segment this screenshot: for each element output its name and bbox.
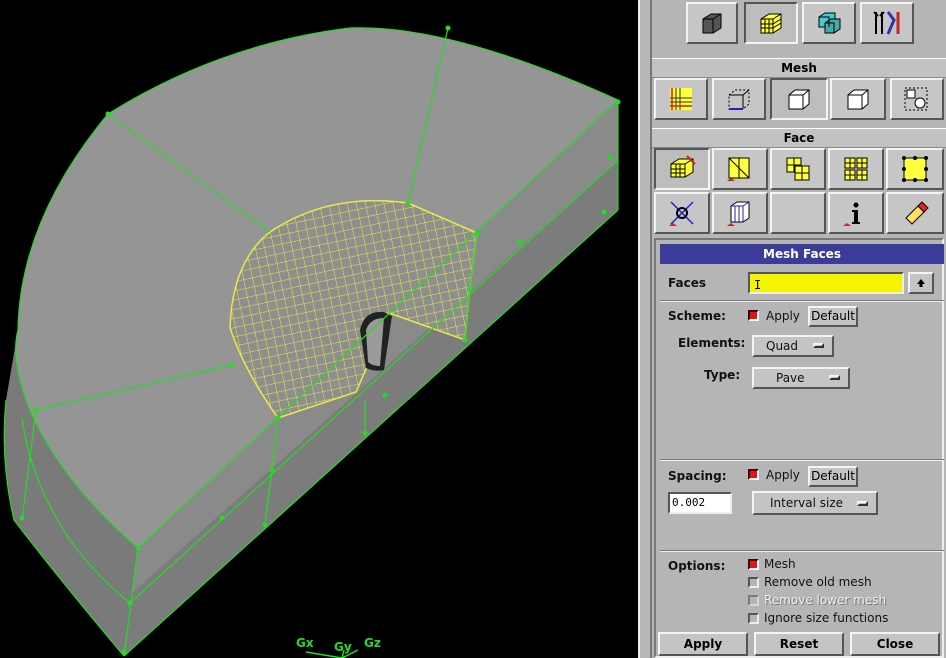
axis-x-label: Gx — [296, 636, 314, 650]
operation-geometry-button[interactable] — [686, 2, 738, 44]
separator — [660, 550, 944, 552]
options-label: Options: — [668, 559, 726, 573]
boundary-layer-icon — [670, 88, 692, 110]
spacing-value-field[interactable]: 0.002 — [668, 492, 732, 514]
face-modify-nodes-button[interactable] — [886, 148, 944, 190]
type-value: Pave — [776, 371, 805, 385]
arrow-up-icon — [917, 279, 925, 287]
option-ignore-size-functions-checkbox[interactable] — [748, 613, 759, 624]
option-menu-icon — [813, 343, 824, 348]
face-delete-button[interactable] — [886, 192, 944, 234]
split-faces-icon — [844, 157, 868, 181]
elements-value: Quad — [766, 339, 799, 353]
elements-label: Elements: — [678, 336, 746, 350]
text-cursor-icon: I — [754, 278, 762, 292]
separator — [660, 300, 944, 302]
axis-y-label: Gy — [334, 640, 352, 654]
face-mesh-faces-button[interactable] — [654, 148, 710, 190]
elements-option-menu[interactable]: Quad — [752, 335, 834, 357]
operation-panel: Mesh Face Mesh Faces Faces I Scheme: App… — [652, 0, 946, 658]
smooth-faces-icon — [786, 157, 810, 181]
link-faces-icon — [727, 157, 750, 181]
volume-mesh-icon — [847, 89, 869, 110]
zones-icon — [818, 12, 841, 34]
faces-list-field[interactable]: I — [748, 272, 904, 294]
operation-zones-button[interactable] — [802, 2, 856, 44]
faces-label: Faces — [668, 276, 706, 290]
spacing-label: Spacing: — [668, 469, 727, 483]
model-render — [3, 25, 621, 657]
option-menu-icon — [829, 375, 840, 380]
mesh-edge-button[interactable] — [712, 78, 766, 120]
scheme-label: Scheme: — [668, 309, 726, 323]
option-mesh-label: Mesh — [764, 557, 796, 571]
face-split-button[interactable] — [828, 148, 884, 190]
spacing-type-value: Interval size — [770, 496, 844, 510]
option-menu-icon — [857, 501, 868, 506]
scheme-apply-checkbox[interactable] — [748, 310, 759, 321]
pane-splitter[interactable] — [638, 0, 652, 658]
option-remove-lower-mesh-label: Remove lower mesh — [764, 593, 887, 607]
axis-z-label: Gz — [364, 636, 381, 650]
form-title: Mesh Faces — [660, 244, 944, 264]
mesh-volume-button[interactable] — [830, 78, 886, 120]
face-smooth-button[interactable] — [770, 148, 826, 190]
option-mesh-checkbox[interactable] — [748, 559, 759, 570]
spacing-default-button[interactable]: Default — [808, 466, 858, 487]
apply-button[interactable]: Apply — [658, 632, 748, 656]
mesh-icon — [760, 13, 782, 34]
faces-select-arrow-button[interactable] — [908, 272, 934, 294]
tools-icon — [873, 11, 900, 35]
face-section-title: Face — [652, 128, 946, 148]
option-remove-old-mesh-label: Remove old mesh — [764, 575, 872, 589]
separator — [660, 459, 944, 461]
face-info-button[interactable] — [828, 192, 884, 234]
option-ignore-size-functions-label: Ignore size functions — [764, 611, 889, 625]
spacing-value: 0.002 — [672, 496, 706, 509]
scheme-default-button[interactable]: Default — [808, 306, 858, 327]
graphics-viewport[interactable]: Gx Gy Gz — [0, 0, 638, 658]
mesh-section-title: Mesh — [652, 58, 946, 78]
mesh-faces-form: Mesh Faces Faces I Scheme: Apply Default… — [654, 238, 944, 658]
delete-mesh-icon — [905, 201, 929, 225]
mesh-face-button[interactable] — [770, 78, 828, 120]
face-link-button[interactable] — [712, 148, 768, 190]
mesh-boundary-layer-button[interactable] — [654, 78, 708, 120]
operation-tools-button[interactable] — [860, 2, 914, 44]
operation-mesh-button[interactable] — [744, 2, 798, 44]
reset-button[interactable]: Reset — [754, 632, 844, 656]
axis-triad: Gx Gy Gz — [292, 634, 392, 658]
option-remove-old-mesh-checkbox[interactable] — [748, 577, 759, 588]
mesh-faces-icon — [670, 155, 696, 178]
check-quality-icon — [669, 201, 694, 226]
option-remove-lower-mesh-checkbox[interactable] — [748, 595, 759, 606]
scheme-apply-label: Apply — [766, 309, 800, 323]
group-mesh-icon — [904, 87, 928, 111]
modify-nodes-icon — [902, 156, 928, 182]
mesh-group-button[interactable] — [890, 78, 944, 120]
face-check-quality-button[interactable] — [654, 192, 710, 234]
type-option-menu[interactable]: Pave — [752, 367, 850, 389]
spacing-type-option-menu[interactable]: Interval size — [752, 491, 878, 515]
spacing-apply-label: Apply — [766, 468, 800, 482]
face-blank-button[interactable] — [770, 192, 826, 234]
geometry-icon — [702, 13, 722, 34]
summarize-icon — [727, 201, 750, 226]
face-mesh-icon — [788, 89, 810, 110]
close-button[interactable]: Close — [850, 632, 940, 656]
spacing-apply-checkbox[interactable] — [748, 469, 759, 480]
type-label: Type: — [704, 368, 741, 382]
face-summarize-button[interactable] — [712, 192, 768, 234]
edge-mesh-icon — [728, 89, 750, 110]
info-icon — [843, 202, 860, 226]
